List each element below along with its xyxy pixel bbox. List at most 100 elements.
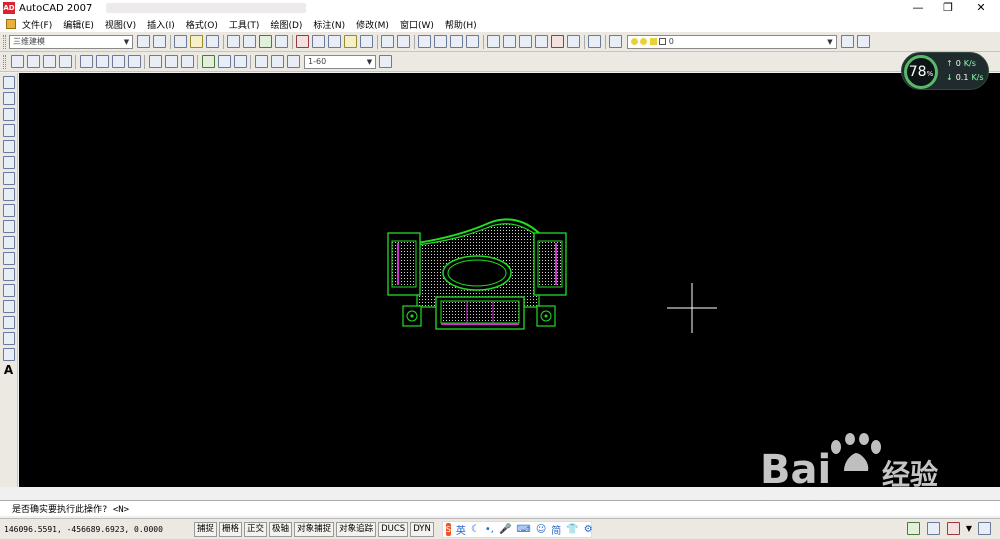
tool-palettes-icon[interactable] xyxy=(519,35,532,48)
dimension-text-edit-icon[interactable] xyxy=(270,55,284,68)
arc-length-icon[interactable] xyxy=(42,55,56,68)
print-icon[interactable] xyxy=(227,35,240,48)
undo-icon[interactable] xyxy=(381,35,394,48)
baseline-dimension-icon[interactable] xyxy=(164,55,178,68)
minimize-button[interactable]: — xyxy=(903,0,933,16)
menu-dimension[interactable]: 标注(N) xyxy=(313,18,345,31)
workspace-dropdown[interactable]: 三维建模 ▼ xyxy=(9,34,133,49)
toolbar-lock-icon[interactable] xyxy=(927,522,941,535)
menu-help[interactable]: 帮助(H) xyxy=(445,18,477,31)
menu-modify[interactable]: 修改(M) xyxy=(356,18,389,31)
linear-dimension-icon[interactable] xyxy=(10,55,24,68)
angular-dimension-icon[interactable] xyxy=(127,55,141,68)
voice-icon[interactable]: 🎤 xyxy=(499,524,511,535)
punctuation-icon[interactable]: •, xyxy=(485,524,494,535)
revision-cloud-icon[interactable] xyxy=(2,188,15,201)
dimension-style-icon[interactable] xyxy=(379,55,392,68)
menu-tools[interactable]: 工具(T) xyxy=(229,18,260,31)
menu-draw[interactable]: 绘图(D) xyxy=(270,18,302,31)
otrack-toggle[interactable]: 对象追踪 xyxy=(336,521,377,537)
polar-toggle[interactable]: 极轴 xyxy=(269,521,293,537)
ime-language-toggle[interactable]: 英 xyxy=(456,522,466,537)
redo-icon[interactable] xyxy=(397,35,410,48)
drawing-canvas[interactable] xyxy=(19,73,1000,487)
diameter-dimension-icon[interactable] xyxy=(111,55,125,68)
workspace-settings-icon[interactable] xyxy=(137,35,150,48)
dimension-edit-icon[interactable] xyxy=(254,55,268,68)
snap-toggle[interactable]: 捕捉 xyxy=(194,521,218,537)
toolbar-grip[interactable] xyxy=(3,54,6,69)
circle-icon[interactable] xyxy=(2,172,15,185)
copy-icon[interactable] xyxy=(312,35,325,48)
design-center-icon[interactable] xyxy=(503,35,516,48)
dimension-style-dropdown[interactable]: 1-60 ▼ xyxy=(304,54,376,69)
rectangle-icon[interactable] xyxy=(2,140,15,153)
print-preview-icon[interactable] xyxy=(243,35,256,48)
block-editor-icon[interactable] xyxy=(360,35,373,48)
ducs-toggle[interactable]: DUCS xyxy=(378,521,409,537)
construction-line-icon[interactable] xyxy=(2,92,15,105)
open-file-icon[interactable] xyxy=(190,35,203,48)
sheet-set-icon[interactable] xyxy=(535,35,548,48)
layer-current-icon[interactable] xyxy=(856,35,870,48)
calculator-icon[interactable] xyxy=(567,35,580,48)
ordinate-dimension-icon[interactable] xyxy=(58,55,72,68)
polyline-icon[interactable] xyxy=(2,108,15,121)
keyboard-icon[interactable]: ⌨ xyxy=(516,524,530,535)
cut-icon[interactable] xyxy=(296,35,309,48)
region-icon[interactable] xyxy=(2,332,15,345)
layer-dropdown[interactable]: 0 ▼ xyxy=(626,34,837,49)
ortho-toggle[interactable]: 正交 xyxy=(244,521,268,537)
osnap-toggle[interactable]: 对象捕捉 xyxy=(294,521,335,537)
alert-icon[interactable] xyxy=(947,522,961,535)
polygon-icon[interactable] xyxy=(2,124,15,137)
ime-logo-icon[interactable]: S xyxy=(445,522,451,536)
user-icon[interactable]: ☺ xyxy=(536,524,546,535)
jogged-dimension-icon[interactable] xyxy=(95,55,109,68)
table-icon[interactable] xyxy=(2,348,15,361)
properties-icon[interactable] xyxy=(487,35,500,48)
menu-view[interactable]: 视图(V) xyxy=(105,18,136,31)
clean-screen-icon[interactable] xyxy=(977,522,991,535)
network-speed-widget[interactable]: 78% ↑ 0 K/s ↓ 0.1 K/s xyxy=(901,52,989,90)
command-line[interactable]: 是否确实要执行此操作? <N> xyxy=(0,500,1000,516)
match-properties-icon[interactable] xyxy=(344,35,357,48)
menu-file[interactable]: 文件(F) xyxy=(22,18,52,31)
make-block-icon[interactable] xyxy=(2,268,15,281)
ime-mode-toggle[interactable]: 简 xyxy=(551,522,561,537)
multiline-text-icon[interactable]: A xyxy=(3,364,15,377)
document-icon[interactable] xyxy=(6,19,16,29)
center-mark-icon[interactable] xyxy=(233,55,247,68)
hatch-icon[interactable] xyxy=(2,300,15,313)
arc-icon[interactable] xyxy=(2,156,15,169)
point-icon[interactable] xyxy=(2,284,15,297)
grid-toggle[interactable]: 栅格 xyxy=(219,521,243,537)
quick-dimension-icon[interactable] xyxy=(148,55,162,68)
coordinate-readout[interactable]: 146096.5591, -456689.6923, 0.0000 xyxy=(4,525,194,534)
layer-previous-icon[interactable] xyxy=(840,35,854,48)
tolerance-icon[interactable] xyxy=(217,55,231,68)
spline-icon[interactable] xyxy=(2,204,15,217)
menu-format[interactable]: 格式(O) xyxy=(186,18,218,31)
menu-window[interactable]: 窗口(W) xyxy=(400,18,434,31)
aligned-dimension-icon[interactable] xyxy=(26,55,40,68)
radius-dimension-icon[interactable] xyxy=(79,55,93,68)
pan-icon[interactable] xyxy=(418,35,431,48)
ellipse-icon[interactable] xyxy=(2,220,15,233)
settings-icon[interactable]: ⚙ xyxy=(584,524,593,535)
layer-manager-icon[interactable] xyxy=(609,35,622,48)
publish-icon[interactable] xyxy=(259,35,272,48)
toolbar-grip[interactable] xyxy=(3,34,6,49)
close-button[interactable]: ✕ xyxy=(966,0,996,16)
quick-leader-icon[interactable] xyxy=(201,55,215,68)
zoom-previous-icon[interactable] xyxy=(466,35,479,48)
3d-dwf-icon[interactable] xyxy=(275,35,288,48)
skin-icon[interactable]: 👕 xyxy=(566,524,578,535)
dyn-toggle[interactable]: DYN xyxy=(410,521,434,537)
ellipse-arc-icon[interactable] xyxy=(2,236,15,249)
zoom-window-icon[interactable] xyxy=(450,35,463,48)
menu-edit[interactable]: 编辑(E) xyxy=(63,18,94,31)
menu-insert[interactable]: 插入(I) xyxy=(147,18,175,31)
workspace-save-icon[interactable] xyxy=(153,35,166,48)
moon-icon[interactable]: ☾ xyxy=(471,524,480,535)
